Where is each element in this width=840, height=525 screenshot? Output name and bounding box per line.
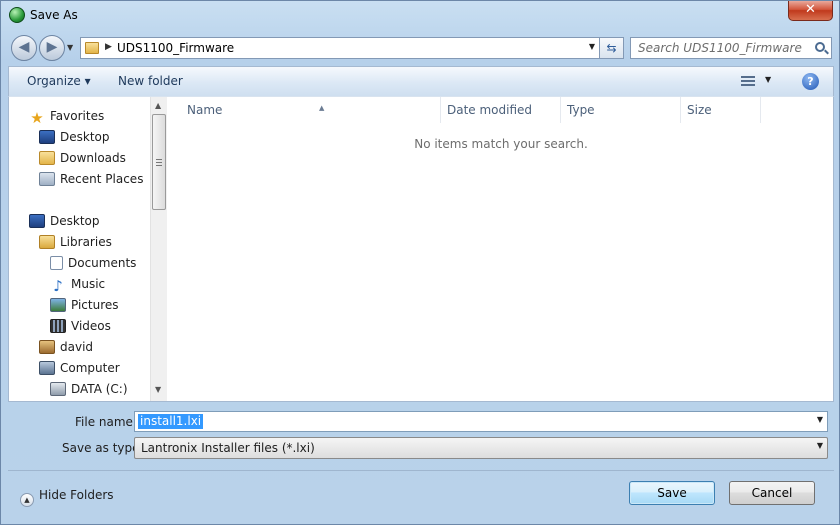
address-path[interactable]: UDS1100_Firmware (117, 41, 234, 55)
nav-item-libraries[interactable]: Libraries (39, 232, 112, 252)
chevron-down-icon[interactable]: ▼ (589, 42, 595, 51)
chevron-down-icon[interactable]: ▼ (817, 441, 823, 450)
file-name-field[interactable]: install1.lxi ▼ (134, 411, 828, 432)
computer-icon (39, 361, 55, 375)
nav-item-videos[interactable]: Videos (50, 316, 111, 336)
music-icon: ♪ (53, 277, 63, 295)
save-type-value: Lantronix Installer files (*.lxi) (141, 441, 315, 455)
help-icon[interactable]: ? (802, 73, 819, 90)
save-button[interactable]: Save (629, 481, 715, 505)
scroll-thumb[interactable] (152, 114, 166, 210)
search-box[interactable]: Search UDS1100_Firmware (630, 37, 832, 59)
nav-item-david[interactable]: david (39, 337, 93, 357)
forward-button[interactable]: ▶ (39, 35, 65, 61)
recent-locations-dropdown[interactable]: ▼ (67, 42, 77, 54)
column-header-date-modified[interactable]: Date modified (441, 97, 561, 123)
hide-folders-button[interactable]: ▲ Hide Folders (20, 486, 114, 507)
command-toolbar: Organize ▾ New folder ▼ ? (8, 66, 834, 96)
window-title: Save As (30, 8, 78, 22)
forward-arrow-icon: ▶ (46, 39, 58, 55)
desktop-icon (29, 214, 45, 228)
content-area: ★ Favorites Desktop Downloads Recent Plac… (8, 96, 834, 402)
back-arrow-icon: ◀ (18, 39, 30, 55)
nav-item-desktop[interactable]: Desktop (29, 211, 100, 231)
desktop-icon (39, 130, 55, 144)
refresh-button[interactable]: ⇆ (600, 37, 624, 59)
chevron-right-icon[interactable]: ▶ (105, 42, 112, 52)
save-as-dialog: Save As ✕ ◀ ▶ ▼ ▶ UDS1100_Firmware ▼ ⇆ S… (0, 0, 840, 525)
nav-item-recent-places[interactable]: Recent Places (39, 169, 143, 189)
libraries-icon (39, 235, 55, 249)
nav-item-favorites[interactable]: ★ Favorites (29, 106, 104, 126)
title-bar: Save As ✕ (1, 1, 839, 31)
column-header-size[interactable]: Size (681, 97, 761, 123)
views-dropdown-icon[interactable]: ▼ (765, 75, 771, 84)
file-name-value[interactable]: install1.lxi (138, 414, 204, 429)
grip-icon (156, 159, 162, 166)
navigation-pane: ★ Favorites Desktop Downloads Recent Plac… (9, 97, 167, 401)
refresh-icon: ⇆ (606, 41, 617, 55)
column-header-type[interactable]: Type (561, 97, 681, 123)
user-folder-icon (39, 340, 55, 354)
nav-item-music[interactable]: ♪ Music (50, 274, 105, 294)
file-list: Name ▲ Date modified Type Size No items m… (169, 97, 833, 401)
divider (8, 470, 834, 471)
back-button[interactable]: ◀ (11, 35, 37, 61)
drive-icon (50, 382, 66, 396)
organize-button[interactable]: Organize ▾ (27, 74, 91, 88)
scroll-down-icon[interactable]: ▼ (155, 385, 161, 394)
cancel-button[interactable]: Cancel (729, 481, 815, 505)
close-button[interactable]: ✕ (788, 1, 833, 21)
nav-item-pictures[interactable]: Pictures (50, 295, 119, 315)
star-icon: ★ (30, 109, 44, 127)
nav-item-data-drive[interactable]: DATA (C:) (50, 379, 128, 399)
nav-item-downloads[interactable]: Downloads (39, 148, 126, 168)
nav-item-computer[interactable]: Computer (39, 358, 120, 378)
nav-item-documents[interactable]: Documents (50, 253, 136, 273)
save-type-label: Save as type: (62, 441, 144, 455)
sort-arrow-icon: ▲ (319, 104, 325, 112)
empty-message: No items match your search. (414, 137, 588, 151)
videos-icon (50, 319, 66, 333)
nav-item-desktop-fav[interactable]: Desktop (39, 127, 110, 147)
views-icon[interactable] (741, 76, 755, 87)
save-type-select[interactable]: Lantronix Installer files (*.lxi) ▼ (134, 437, 828, 459)
scroll-up-icon[interactable]: ▲ (155, 101, 161, 110)
search-icon (815, 42, 825, 52)
app-icon (9, 7, 25, 23)
chevron-down-icon[interactable]: ▼ (817, 415, 823, 424)
nav-scrollbar[interactable]: ▲ ▼ (150, 97, 167, 401)
downloads-icon (39, 151, 55, 165)
column-header-name[interactable]: Name ▲ (181, 97, 441, 123)
folder-icon (85, 42, 99, 54)
document-icon (50, 256, 63, 270)
file-name-label: File name: (75, 415, 137, 429)
chevron-up-icon: ▲ (20, 493, 34, 507)
new-folder-button[interactable]: New folder (118, 74, 183, 88)
pictures-icon (50, 298, 66, 312)
recent-places-icon (39, 172, 55, 186)
search-input[interactable]: Search UDS1100_Firmware (638, 41, 802, 55)
address-bar[interactable]: ▶ UDS1100_Firmware ▼ (80, 37, 600, 59)
